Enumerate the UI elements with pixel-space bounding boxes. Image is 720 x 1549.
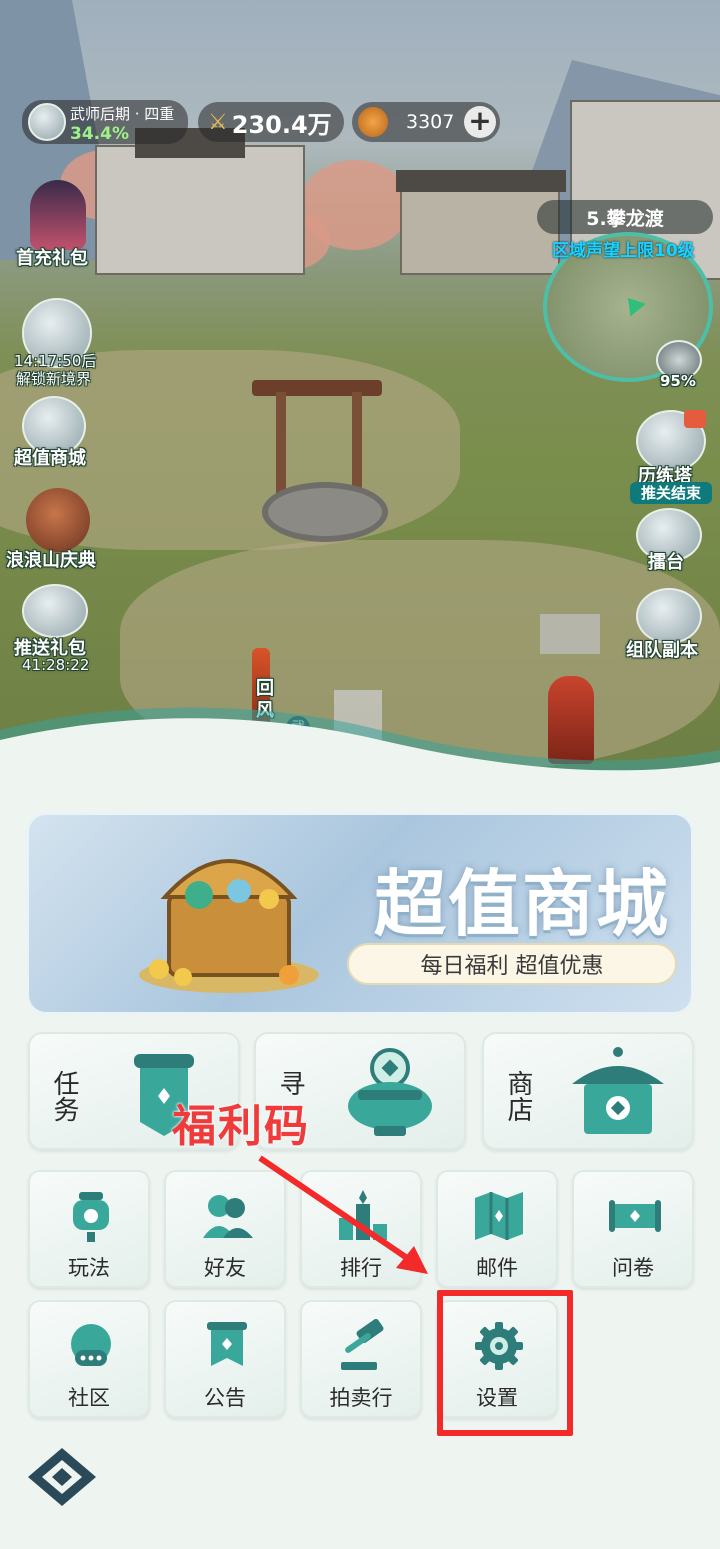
treasure-chest-icon <box>139 859 319 993</box>
annotation-arrow-icon <box>258 1155 428 1274</box>
combat-power-pill[interactable]: ⚔ 230.4万 <box>198 102 344 142</box>
blurred-name-icon <box>540 614 600 654</box>
banner-title: 超值商城 <box>374 862 671 946</box>
friends-icon <box>203 1195 253 1238</box>
level-progress: 34.4% <box>70 124 129 144</box>
notice-label: 公告 <box>204 1386 246 1410</box>
player-arrow-icon <box>620 291 646 317</box>
festival-label: 浪浪山庆典 <box>6 550 96 571</box>
building-center <box>400 185 560 275</box>
wave-divider <box>0 707 720 780</box>
notification-badge-icon <box>684 410 706 428</box>
currency-value: 3307 <box>406 111 455 133</box>
mail-label: 邮件 <box>476 1256 518 1280</box>
level-name: 武师后期 · 四重 <box>70 105 175 123</box>
gift-bag-icon <box>22 584 88 638</box>
tower-status-badge: 推关结束 <box>630 482 712 504</box>
shop-label: 商店 <box>503 1070 533 1122</box>
mail-map-icon <box>475 1192 523 1240</box>
gameplay-label: 玩法 <box>68 1256 110 1280</box>
community-icon <box>71 1324 111 1366</box>
building-left <box>95 145 305 275</box>
player-level-pill[interactable]: 武师后期 · 四重 34.4% <box>22 100 188 144</box>
community-tile[interactable]: 社区 <box>28 1300 150 1418</box>
crossed-swords-icon: ⚔ <box>208 109 228 135</box>
chest-progress: 95% <box>660 372 696 390</box>
banner-subtitle: 每日福利 超值优惠 <box>347 943 677 985</box>
realm-unlock-label: 解锁新境界 <box>16 370 92 388</box>
currency-pill[interactable]: 3307 + <box>352 102 500 142</box>
game-scene[interactable]: 武师后期 · 四重 34.4% ⚔ 230.4万 3307 + 首充礼包 14:… <box>0 0 720 770</box>
notice-tile[interactable]: 公告 <box>164 1300 286 1418</box>
region-name[interactable]: 5.攀龙渡 <box>537 200 713 234</box>
quest-label: 任务 <box>49 1070 79 1122</box>
settings-highlight-box <box>437 1290 573 1436</box>
mall-banner[interactable]: 超值商城 每日福利 超值优惠 <box>26 812 694 1015</box>
coin-icon <box>358 107 388 137</box>
mall-label: 超值商城 <box>14 448 86 469</box>
annotation-label: 福利码 <box>172 1101 310 1152</box>
shop-tile[interactable]: 商店 <box>482 1032 694 1150</box>
auction-tile[interactable]: 拍卖行 <box>300 1300 422 1418</box>
auction-label: 拍卖行 <box>329 1386 393 1410</box>
girl-avatar-icon <box>30 180 86 250</box>
push-gift-timer: 41:28:22 <box>22 656 90 674</box>
add-currency-button[interactable]: + <box>464 106 496 138</box>
first-pay-label: 首充礼包 <box>16 248 88 269</box>
well-base <box>262 482 388 542</box>
survey-label: 问卷 <box>612 1256 654 1280</box>
combat-power-value: 230.4万 <box>231 110 332 139</box>
game-logo-icon[interactable] <box>26 1446 98 1508</box>
pavilion-icon <box>572 1047 664 1134</box>
well-roof <box>252 380 382 396</box>
gavel-icon <box>341 1318 384 1370</box>
gameplay-tile[interactable]: 玩法 <box>28 1170 150 1288</box>
boar-mascot-icon <box>26 488 90 552</box>
survey-tile[interactable]: 问卷 <box>572 1170 694 1288</box>
lantern-icon <box>73 1192 109 1242</box>
team-dungeon-label: 组队副本 <box>626 640 698 661</box>
roof-center <box>396 170 566 192</box>
mail-tile[interactable]: 邮件 <box>436 1170 558 1288</box>
treasure-pot-icon <box>348 1048 432 1136</box>
arena-label: 擂台 <box>648 552 684 573</box>
notice-banner-icon <box>207 1322 247 1366</box>
community-label: 社区 <box>68 1386 110 1410</box>
region-reputation-cap: 区域声望上限10级 <box>552 241 695 261</box>
avatar <box>28 103 66 141</box>
survey-scroll-icon <box>609 1200 661 1232</box>
